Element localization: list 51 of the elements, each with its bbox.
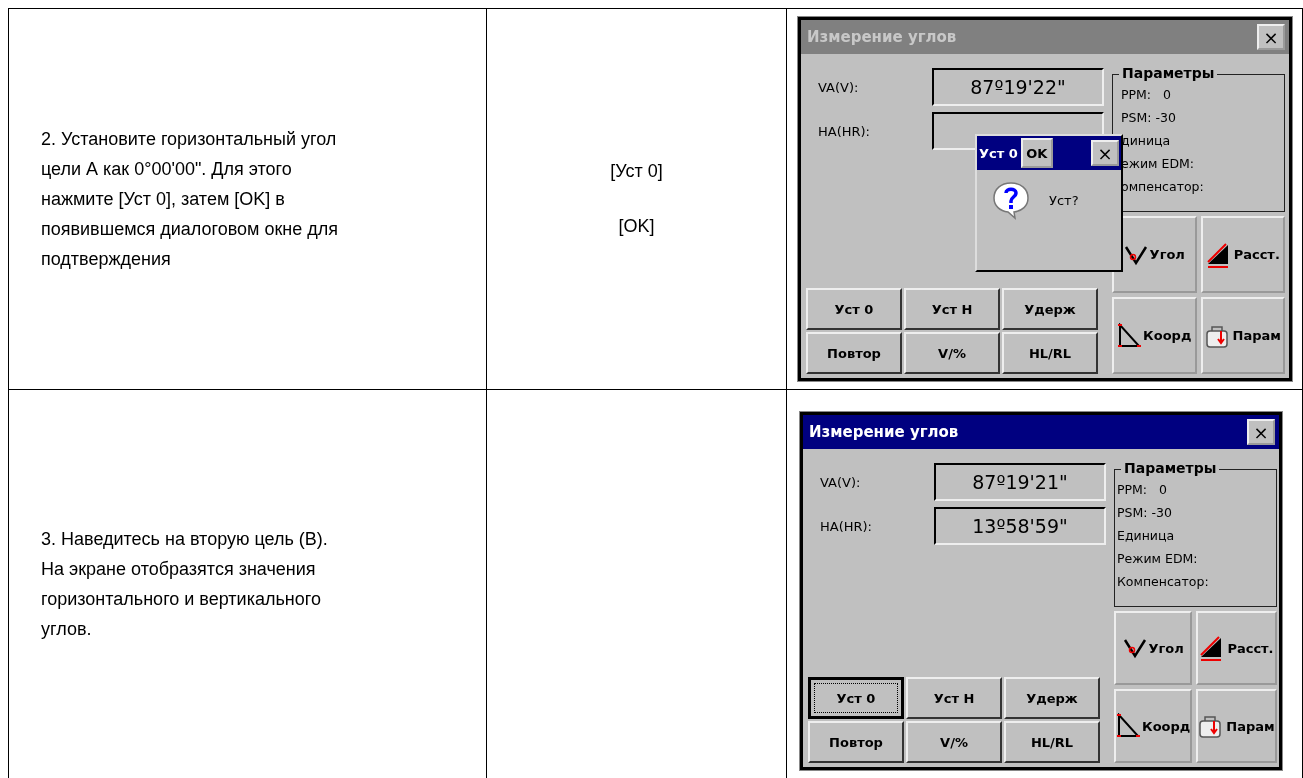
function-button[interactable]: Удерж <box>1002 288 1098 330</box>
parameter-text: PPM: 0 <box>1117 481 1168 499</box>
function-button[interactable]: Повтор <box>808 721 904 763</box>
function-button[interactable]: Удерж <box>1004 677 1100 719</box>
mode-button[interactable]: Угол <box>1112 216 1197 293</box>
mode-button[interactable]: Коорд <box>1112 297 1197 374</box>
mode-button[interactable]: Коорд <box>1114 689 1193 763</box>
function-button[interactable]: Повтор <box>806 332 902 374</box>
dialog-title: Уст 0 <box>979 145 1018 161</box>
field-label: HA(HR): <box>817 123 871 139</box>
instruction-text: 3. Наведитесь на вторую цель (В). На экране отобразятся значения горизонтального и вертикального углов. <box>41 528 328 641</box>
dialog-message: Уст? <box>1049 192 1079 208</box>
ok-button[interactable]: OK <box>1020 138 1053 168</box>
close-button[interactable]: × <box>1247 419 1275 445</box>
mode-button[interactable]: Угол <box>1114 611 1193 685</box>
parameter-text: PPM: 0 <box>1121 86 1172 104</box>
angle-value-field: 87º19'22" <box>932 68 1104 106</box>
parameter-text: PSM: -30 <box>1117 504 1173 522</box>
close-button[interactable]: × <box>1257 24 1285 50</box>
key-label: [Уст 0] <box>610 161 663 182</box>
function-button[interactable]: Уст Н <box>904 288 1000 330</box>
mode-button[interactable]: Расст. <box>1196 611 1277 685</box>
parameter-text: PSM: -30 <box>1121 109 1177 127</box>
function-button[interactable]: HL/RL <box>1002 332 1098 374</box>
question-bubble-icon <box>991 180 1031 220</box>
function-button[interactable]: Уст Н <box>906 677 1002 719</box>
parameter-text: Компенсатор: <box>1117 573 1210 591</box>
triangle-outline-icon <box>1117 322 1142 349</box>
angle-value-field: 13º58'59" <box>934 507 1106 545</box>
window-title: Измерение углов <box>809 423 959 441</box>
parameter-text: Единица <box>1117 527 1176 545</box>
key-label: [OK] <box>618 216 655 237</box>
instruction-text: 2. Установите горизонтальный угол цели А как 0°00'00". Для этого нажмите [Уст 0], затем [OK] в появившемся диалоговом окне для подтверждения <box>41 128 339 271</box>
function-button[interactable]: Уст 0 <box>808 677 904 719</box>
parameter-text: омпенсатор: <box>1121 178 1205 196</box>
mode-button[interactable]: Расст. <box>1200 216 1285 293</box>
triangle-outline-icon <box>1116 713 1140 739</box>
function-button[interactable]: V/% <box>904 332 1000 374</box>
parameter-text: Режим EDM: <box>1117 550 1199 568</box>
field-label: HA(HR): <box>819 518 873 534</box>
function-button[interactable]: Уст 0 <box>806 288 902 330</box>
window-title: Измерение углов <box>807 28 957 46</box>
function-button[interactable]: V/% <box>906 721 1002 763</box>
close-button[interactable]: × <box>1091 140 1119 166</box>
mode-button[interactable]: Парам <box>1196 689 1277 763</box>
parameter-text: диница <box>1121 132 1172 150</box>
field-label: VA(V): <box>817 79 860 95</box>
angle-value-field: 87º19'21" <box>934 463 1106 501</box>
mode-button[interactable]: Парам <box>1200 297 1285 374</box>
field-label: VA(V): <box>819 474 862 490</box>
function-button[interactable]: HL/RL <box>1004 721 1100 763</box>
